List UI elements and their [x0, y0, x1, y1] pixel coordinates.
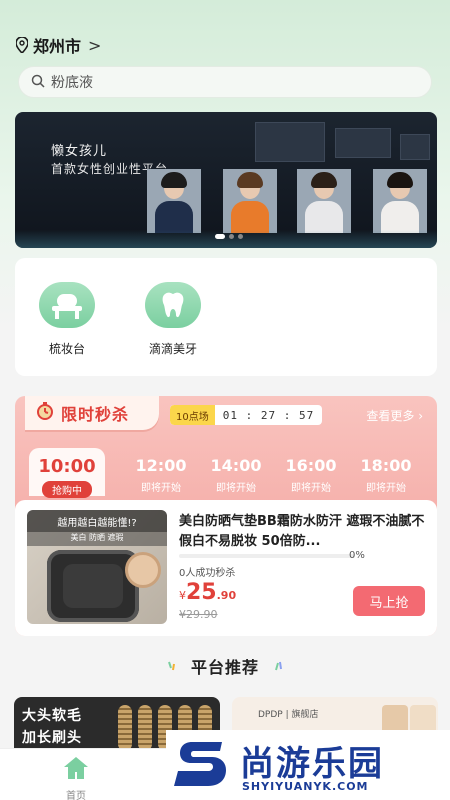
brand-label: DPDP | 旗舰店 — [258, 710, 319, 720]
pagination-dot[interactable] — [215, 234, 225, 239]
flash-sale-badge: 限时秒杀 — [25, 396, 159, 430]
location-selector[interactable]: 郑州市 > — [15, 34, 102, 56]
city-label: 郑州市 — [33, 37, 82, 56]
nav-home-label: 首页 — [66, 791, 86, 800]
banner-person-photo — [147, 169, 201, 233]
recommend-header: 平台推荐 — [0, 654, 450, 678]
watermark-logo-icon — [172, 736, 232, 792]
see-more-link[interactable]: 查看更多 › — [366, 407, 423, 424]
category-card: 梳妆台 滴滴美牙 — [15, 258, 437, 376]
flash-sale-title: 限时秒杀 — [61, 405, 130, 424]
pagination-dot[interactable] — [229, 234, 234, 239]
watermark-text: 尚游乐园 — [240, 744, 384, 784]
price-decimal: .90 — [216, 589, 237, 602]
search-query: 粉底液 — [51, 75, 93, 91]
session-status: 即将开始 — [366, 483, 406, 494]
powder-puff-graphic — [125, 552, 161, 588]
session-status: 抢购中 — [42, 481, 92, 498]
tab-session-1800[interactable]: 18:00 即将开始 — [348, 448, 424, 496]
buy-now-button[interactable]: 马上抢 — [353, 586, 425, 616]
session-time: 12:00 — [135, 456, 187, 475]
banner-pagination — [215, 234, 243, 239]
location-pin-icon — [15, 36, 29, 55]
home-icon — [62, 755, 90, 785]
banner-decor-frame — [255, 122, 325, 162]
chevron-right-icon: › — [418, 409, 423, 423]
tab-session-1200[interactable]: 12:00 即将开始 — [123, 448, 199, 496]
session-time: 18:00 — [360, 456, 412, 475]
category-label: 梳妆台 — [48, 342, 85, 356]
session-status: 即将开始 — [291, 483, 331, 494]
tab-session-1600[interactable]: 16:00 即将开始 — [273, 448, 349, 496]
session-status: 即将开始 — [216, 483, 256, 494]
price-integer: 25 — [186, 580, 217, 605]
vanity-table-icon — [39, 282, 95, 328]
search-input[interactable]: 粉底液 — [18, 66, 432, 98]
sale-price: ¥ 25 .90 — [179, 580, 236, 605]
session-time: 10:00 — [38, 456, 96, 477]
tooth-icon — [145, 282, 201, 328]
site-watermark: 尚游乐园 SHYIYUANYK.COM — [166, 730, 450, 800]
sparkle-icon — [165, 659, 179, 673]
sold-count: 0人成功秒杀 — [179, 568, 236, 579]
banner-person-photo — [297, 169, 351, 233]
toothbrush-graphic — [138, 705, 152, 751]
tab-session-1400[interactable]: 14:00 即将开始 — [198, 448, 274, 496]
banner-title: 懒女孩儿 — [51, 144, 108, 159]
cushion-compact-graphic — [47, 550, 139, 622]
price-currency: ¥ — [179, 589, 186, 602]
watermark-url: SHYIYUANYK.COM — [242, 780, 369, 793]
session-time: 14:00 — [210, 456, 262, 475]
sparkle-icon — [271, 659, 285, 673]
sale-progress-percent: 0% — [349, 550, 365, 561]
banner-person-photo — [223, 169, 277, 233]
category-label: 滴滴美牙 — [148, 342, 197, 356]
promo-banner[interactable]: 懒女孩儿 首款女性创业性平台 — [15, 112, 437, 248]
banner-person-photo — [373, 169, 427, 233]
stopwatch-icon — [35, 401, 55, 425]
sale-progress-bar — [179, 554, 355, 558]
pagination-dot[interactable] — [238, 234, 243, 239]
session-label: 10点场 — [170, 405, 215, 425]
product-image-caption: 越用越白越能懂!? — [27, 510, 167, 532]
toothbrush-graphic — [118, 705, 132, 751]
original-price: ¥29.90 — [179, 608, 218, 621]
search-icon — [31, 73, 45, 92]
banner-decor-frame — [400, 134, 430, 160]
flash-sale-section: 限时秒杀 10点场 01 : 27 : 57 查看更多 › 10:00 抢购中 … — [15, 396, 437, 636]
banner-glow — [15, 230, 437, 248]
recommend-card-text: 大头软毛 加长刷头 — [22, 708, 82, 746]
countdown-value: 01 : 27 : 57 — [222, 408, 315, 422]
recommend-title: 平台推荐 — [190, 658, 259, 677]
session-time: 16:00 — [285, 456, 337, 475]
category-vanity-table[interactable]: 梳妆台 — [27, 282, 107, 357]
nav-home[interactable]: 首页 — [56, 755, 96, 800]
category-didi-teeth[interactable]: 滴滴美牙 — [133, 282, 213, 357]
session-status: 即将开始 — [141, 483, 181, 494]
tab-session-1000[interactable]: 10:00 抢购中 — [29, 448, 105, 498]
product-image-subcaption: 美白 防晒 遮瑕 — [27, 532, 167, 546]
session-tabs: 10:00 抢购中 12:00 即将开始 14:00 即将开始 16:00 即将… — [15, 448, 437, 498]
product-title: 美白防晒气垫BB霜防水防汗 遮瑕不油腻不假白不易脱妆 50倍防... — [179, 514, 425, 549]
flash-product-card[interactable]: 越用越白越能懂!? 美白 防晒 遮瑕 美白防晒气垫BB霜防水防汗 遮瑕不油腻不假… — [15, 500, 437, 636]
banner-decor-frame — [335, 128, 391, 158]
product-image[interactable]: 越用越白越能懂!? 美白 防晒 遮瑕 — [27, 510, 167, 624]
countdown-timer: 10点场 01 : 27 : 57 — [170, 405, 323, 425]
chevron-right-icon: > — [88, 35, 102, 55]
